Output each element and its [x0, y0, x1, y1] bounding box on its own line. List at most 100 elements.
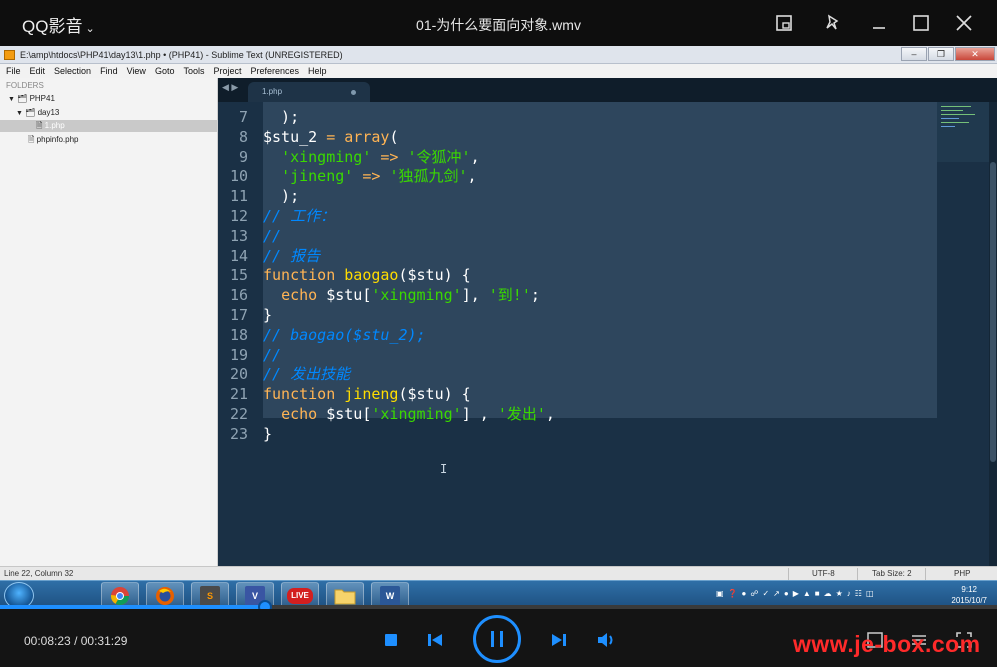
sublime-close-button[interactable]: ✕ [955, 47, 995, 61]
sublime-minimize-button[interactable]: – [901, 47, 927, 61]
pause-icon [491, 631, 503, 647]
sidebar-item-phpinfo[interactable]: 🗎 phpinfo.php [28, 134, 79, 146]
code-text: function baogao($stu) { [263, 266, 471, 286]
fullscreen-button[interactable] [953, 629, 975, 651]
code-line[interactable]: 23} [218, 425, 937, 445]
syntax-status[interactable]: PHP [954, 567, 970, 580]
line-number: 18 [229, 325, 248, 344]
code-line[interactable]: 9 'xingming' => '令狐冲', [218, 148, 937, 168]
code-line[interactable]: 19 // [218, 346, 937, 366]
unsaved-dot-icon[interactable] [351, 90, 356, 95]
sublime-app-icon [4, 50, 15, 60]
firefox-icon [156, 586, 174, 605]
folder-icon [334, 589, 356, 604]
skip-next-icon [552, 634, 566, 646]
sidebar-item-label: phpinfo.php [36, 135, 79, 144]
menu-edit[interactable]: Edit [30, 64, 46, 78]
pause-button[interactable] [473, 615, 521, 663]
sidebar-item-day13[interactable]: ▼ 🗂 day13 [16, 107, 59, 119]
tab-size-status[interactable]: Tab Size: 2 [872, 567, 912, 580]
skip-previous-icon [428, 634, 442, 646]
code-line[interactable]: 11 ); [218, 187, 937, 207]
minimize-icon [873, 27, 885, 29]
sidebar-item-label: 1.php [44, 121, 65, 130]
code-token: 'xingming' [371, 404, 462, 423]
sidebar-item-php41[interactable]: ▼ 🗂 PHP41 [8, 93, 55, 105]
code-lines[interactable]: 7 ); 8 $stu_2 = array(9 'xingming' => '令狐冲… [218, 108, 937, 445]
next-button[interactable] [547, 629, 571, 651]
mini-mode-button[interactable] [771, 10, 797, 36]
code-line[interactable]: 16 echo $stu['xingming'], '到!'; [218, 286, 937, 306]
stop-button[interactable] [380, 629, 402, 651]
player-menu-button[interactable]: QQ影音 ⌄ [22, 12, 95, 37]
live-icon: LIVE [287, 587, 313, 604]
code-token: ; [530, 286, 540, 305]
tab-label: 1.php [262, 87, 283, 96]
sidebar-item-1php[interactable]: 🗎 1.php [0, 120, 217, 132]
code-line[interactable]: 20 // 发出技能 [218, 365, 937, 385]
encoding-status[interactable]: UTF-8 [812, 567, 835, 580]
tab-scroll-arrows-icon[interactable]: ◀ ▶ [222, 82, 238, 93]
sublime-restore-button[interactable]: ❐ [928, 47, 954, 61]
code-line[interactable]: 7 ); [218, 108, 937, 128]
menu-file[interactable]: File [6, 64, 21, 78]
code-token: baogao [344, 266, 399, 285]
minimap[interactable] [937, 102, 989, 162]
close-button[interactable] [951, 10, 977, 36]
code-token: => [380, 147, 399, 166]
code-line[interactable]: 13 // [218, 227, 937, 247]
code-line[interactable]: 14 // 报告 [218, 247, 937, 267]
code-line[interactable]: 12 // 工作： [218, 207, 937, 227]
maximize-button[interactable] [908, 10, 934, 36]
menu-tools[interactable]: Tools [183, 64, 204, 78]
code-token: '发出' [497, 404, 546, 423]
menu-view[interactable]: View [127, 64, 146, 78]
menu-find[interactable]: Find [100, 64, 118, 78]
code-text: // 发出技能 [263, 365, 350, 385]
menu-selection[interactable]: Selection [54, 64, 91, 78]
sidebar-item-label: PHP41 [29, 94, 55, 103]
code-token: } [263, 305, 273, 324]
screenshot-button[interactable] [864, 629, 886, 651]
editor-scrollbar[interactable] [989, 102, 997, 566]
code-token: , [545, 404, 555, 423]
tray-icons[interactable]: ▣❓●☍✓↗●▶▲■☁★♪☷◫ [716, 589, 878, 598]
file-icon: 🗎 [28, 135, 35, 144]
code-line[interactable]: 10 'jineng' => '独孤九剑', [218, 167, 937, 187]
tab-1php[interactable]: 1.php [248, 82, 370, 102]
volume-button[interactable] [595, 629, 619, 651]
code-token: ); [263, 187, 300, 206]
menu-preferences[interactable]: Preferences [250, 64, 299, 78]
code-line[interactable]: 15 function baogao($stu) { [218, 266, 937, 286]
line-number: 7 [238, 108, 248, 126]
code-line[interactable]: 18 // baogao($stu_2); [218, 326, 937, 346]
fullscreen-icon [956, 632, 972, 648]
menu-goto[interactable]: Goto [155, 64, 175, 78]
code-token: // 工作： [263, 206, 336, 225]
code-area[interactable]: 7 ); 8 $stu_2 = array(9 'xingming' => '令狐冲… [218, 102, 997, 566]
expand-arrow-icon: ▼ [8, 96, 15, 103]
menu-project[interactable]: Project [213, 64, 241, 78]
code-line[interactable]: 17} [218, 306, 937, 326]
code-line[interactable]: 8 $stu_2 = array( [218, 128, 937, 148]
line-number: 23 [229, 424, 248, 443]
code-line[interactable]: 21 function jineng($stu) { [218, 385, 937, 405]
line-number: 10 [229, 167, 248, 186]
menu-help[interactable]: Help [308, 64, 327, 78]
previous-button[interactable] [423, 629, 447, 651]
scrollbar-thumb[interactable] [990, 162, 996, 462]
code-line[interactable]: 22 echo $stu['xingming'] , '发出', [218, 405, 937, 425]
minimize-button[interactable] [866, 10, 892, 36]
code-text: ); [263, 108, 299, 128]
pin-button[interactable] [820, 10, 846, 36]
taskbar-clock[interactable]: 9:12 2015/10/7 [951, 584, 987, 606]
settings-button[interactable] [908, 629, 930, 651]
code-token: function [263, 385, 336, 404]
video-frame[interactable]: E:\amp\htdocs\PHP41\day13\1.php • (PHP41… [0, 46, 997, 609]
line-number: 12 [229, 206, 248, 225]
code-token: // 发出技能 [263, 365, 351, 384]
